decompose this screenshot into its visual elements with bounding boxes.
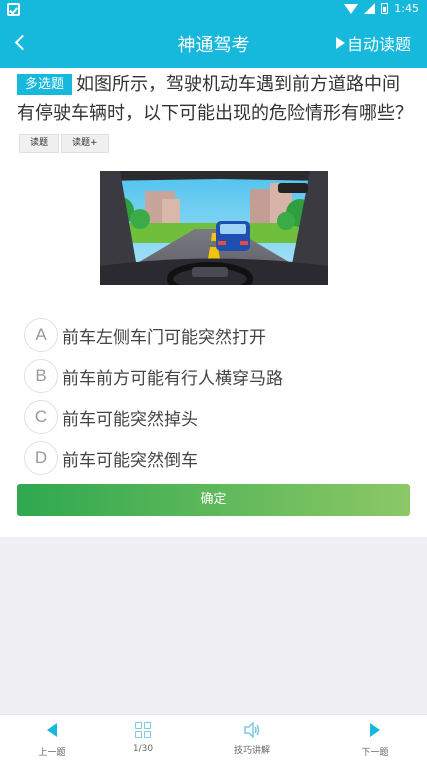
question-text-block: 多选题 如图所示，驾驶机动车遇到前方道路中间有停驶车辆时，以下可能出现的危险情形有… bbox=[17, 70, 415, 157]
prev-arrow-icon bbox=[47, 723, 57, 737]
confirm-button[interactable]: 确定 bbox=[17, 484, 410, 516]
option-text: 前车可能突然掉头 bbox=[62, 410, 198, 430]
question-type-tag: 多选题 bbox=[17, 74, 73, 95]
read-question-button[interactable]: 读题 bbox=[19, 134, 60, 153]
notification-check-icon bbox=[7, 3, 20, 16]
auto-read-label: 自动读题 bbox=[346, 35, 411, 54]
option-letter: D bbox=[24, 441, 58, 475]
read-plus-button[interactable]: 读题+ bbox=[61, 134, 109, 153]
next-question-button[interactable]: 下一题 bbox=[340, 721, 410, 758]
status-bar: 1:45 bbox=[0, 0, 427, 20]
bottom-nav: 上一题 1/30 技巧讲解 下一题 bbox=[0, 714, 427, 760]
option-text: 前车前方可能有行人横穿马路 bbox=[62, 369, 283, 389]
option-letter: B bbox=[24, 359, 58, 393]
question-grid-button[interactable]: 1/30 bbox=[108, 721, 178, 754]
option-c[interactable]: C 前车可能突然掉头 bbox=[24, 397, 404, 438]
next-arrow-icon bbox=[370, 723, 380, 737]
progress-label: 1/30 bbox=[132, 744, 154, 754]
tips-button[interactable]: 技巧讲解 bbox=[217, 721, 287, 756]
status-time: 1:45 bbox=[394, 2, 419, 15]
app-bar: 神通驾考 自动读题 bbox=[0, 20, 427, 68]
battery-icon bbox=[381, 3, 389, 14]
next-label: 下一题 bbox=[361, 748, 389, 758]
question-text: 如图所示，驾驶机动车遇到前方道路中间有停驶车辆时，以下可能出现的危险情形有哪些？ bbox=[17, 74, 413, 124]
speaker-icon bbox=[244, 721, 260, 739]
tips-label: 技巧讲解 bbox=[233, 746, 270, 756]
question-image bbox=[100, 171, 328, 285]
option-letter: C bbox=[24, 400, 58, 434]
prev-label: 上一题 bbox=[38, 748, 66, 758]
option-text: 前车可能突然倒车 bbox=[62, 451, 198, 471]
option-d[interactable]: D 前车可能突然倒车 bbox=[24, 438, 404, 479]
option-letter: A bbox=[24, 318, 58, 352]
prev-question-button[interactable]: 上一题 bbox=[17, 721, 87, 758]
question-card: 多选题 如图所示，驾驶机动车遇到前方道路中间有停驶车辆时，以下可能出现的危险情形有… bbox=[0, 68, 427, 537]
option-text: 前车左侧车门可能突然打开 bbox=[62, 328, 266, 348]
option-a[interactable]: A 前车左侧车门可能突然打开 bbox=[24, 315, 404, 356]
wifi-icon bbox=[344, 3, 359, 14]
signal-icon bbox=[364, 3, 376, 14]
play-icon bbox=[335, 37, 345, 49]
option-b[interactable]: B 前车前方可能有行人横穿马路 bbox=[24, 356, 404, 397]
auto-read-button[interactable]: 自动读题 bbox=[335, 31, 411, 55]
options-list: A 前车左侧车门可能突然打开 B 前车前方可能有行人横穿马路 C 前车可能突然掉… bbox=[24, 315, 404, 479]
grid-icon bbox=[135, 722, 151, 738]
